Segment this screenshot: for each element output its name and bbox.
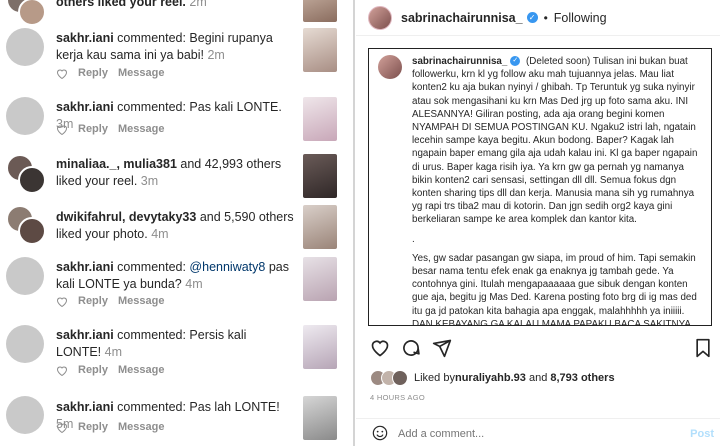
- avatar[interactable]: [6, 257, 44, 295]
- emoji-icon[interactable]: [372, 425, 388, 441]
- separator-dot: •: [543, 10, 548, 25]
- liker-avatars: [6, 154, 48, 196]
- notification-row[interactable]: sakhr.iani commented: Pas kali LONTE. 3m…: [0, 97, 350, 145]
- notification-user[interactable]: sakhr.iani: [56, 100, 114, 114]
- save-bookmark-icon[interactable]: [694, 338, 712, 358]
- comment-input[interactable]: [398, 428, 648, 440]
- mention-link[interactable]: @henniwaty8: [189, 260, 265, 274]
- message-button[interactable]: Message: [118, 295, 164, 307]
- caption-avatar[interactable]: [378, 55, 402, 79]
- message-button[interactable]: Message: [118, 123, 164, 135]
- heart-icon[interactable]: [56, 68, 68, 79]
- post-panel: sabrinachairunnisa_ ✓ • Following sabrin…: [356, 0, 720, 446]
- notifications-panel: others liked your reel. 2m sakhr.iani co…: [0, 0, 350, 446]
- caption-paragraph-2: .: [412, 233, 415, 245]
- notification-row[interactable]: minaliaa._, mulia381 and 42,993 others l…: [0, 154, 350, 198]
- notification-time: 4m: [104, 344, 123, 359]
- notification-row[interactable]: dwikifahrul, devytaky33 and 5,590 others…: [0, 205, 350, 249]
- heart-icon[interactable]: [56, 365, 68, 376]
- message-button[interactable]: Message: [118, 67, 164, 79]
- post-thumbnail[interactable]: [303, 257, 337, 301]
- notification-user[interactable]: sakhr.iani: [56, 400, 114, 414]
- message-button[interactable]: Message: [118, 421, 164, 433]
- post-header: sabrinachairunnisa_ ✓ • Following: [356, 0, 720, 36]
- post-thumbnail[interactable]: [303, 28, 337, 72]
- liker-avatars[interactable]: [370, 370, 410, 386]
- reply-button[interactable]: Reply: [78, 123, 108, 135]
- share-icon[interactable]: [432, 338, 452, 358]
- notification-row[interactable]: others liked your reel. 2m: [0, 0, 350, 26]
- reel-thumbnail[interactable]: [303, 0, 337, 22]
- caption-paragraph-3: Yes, gw sadar pasangan gw siapa, im prou…: [412, 252, 697, 326]
- profile-avatar[interactable]: [368, 5, 392, 30]
- heart-icon[interactable]: [56, 296, 68, 307]
- notification-users[interactable]: minaliaa._, mulia381: [56, 157, 177, 171]
- action-icons: [370, 338, 710, 360]
- notification-row[interactable]: sakhr.iani commented: @henniwaty8 pas ka…: [0, 257, 350, 311]
- reply-button[interactable]: Reply: [78, 67, 108, 79]
- notification-row[interactable]: sakhr.iani commented: Pas lah LONTE! 5m …: [0, 396, 350, 444]
- reel-thumbnail[interactable]: [303, 154, 337, 198]
- caption-text: sabrinachairunnisa_ ✓ (Deleted soon) Tuli…: [412, 55, 703, 326]
- avatar[interactable]: [6, 28, 44, 66]
- post-thumbnail[interactable]: [303, 396, 337, 440]
- notification-user[interactable]: sakhr.iani: [56, 328, 114, 342]
- notification-time: 3m: [140, 173, 159, 188]
- notification-users[interactable]: dwikifahrul, devytaky33: [56, 210, 196, 224]
- notification-text: commented: Pas lah LONTE!: [113, 400, 280, 414]
- notification-text: others liked your reel.: [56, 0, 186, 9]
- reply-button[interactable]: Reply: [78, 295, 108, 307]
- divider: [353, 0, 355, 446]
- notification-text: commented: Pas kali LONTE.: [113, 100, 282, 114]
- notification-row[interactable]: sakhr.iani commented: Persis kali LONTE!…: [0, 325, 350, 379]
- post-username[interactable]: sabrinachairunnisa_: [401, 11, 523, 25]
- notification-time: 2m: [207, 47, 225, 62]
- reply-button[interactable]: Reply: [78, 364, 108, 376]
- post-comment-button[interactable]: Post: [690, 428, 714, 440]
- post-thumbnail[interactable]: [303, 325, 337, 369]
- like-heart-icon[interactable]: [370, 338, 390, 358]
- caption-paragraph-1: (Deleted soon) Tulisan ini bukan buat fo…: [412, 56, 698, 226]
- notification-user[interactable]: sakhr.iani: [56, 260, 114, 274]
- notification-user[interactable]: sakhr.iani: [56, 31, 114, 45]
- message-button[interactable]: Message: [118, 364, 164, 376]
- likes-summary: Liked by nuraliyahb.93 and 8,793 others: [370, 370, 615, 386]
- post-time: 4 HOURS AGO: [370, 393, 425, 402]
- likes-count-link[interactable]: 8,793 others: [550, 372, 614, 384]
- post-thumbnail[interactable]: [303, 97, 337, 141]
- avatar[interactable]: [6, 396, 44, 434]
- liker-avatars: [6, 0, 48, 28]
- likes-user-link[interactable]: nuraliyahb.93: [455, 372, 526, 384]
- notification-time: 2m: [189, 0, 207, 9]
- heart-icon[interactable]: [56, 124, 68, 135]
- avatar[interactable]: [6, 97, 44, 135]
- verified-badge-icon: ✓: [526, 12, 538, 23]
- caption-box: sabrinachairunnisa_ ✓ (Deleted soon) Tuli…: [368, 48, 712, 326]
- comment-bar: Post: [356, 418, 720, 446]
- notification-time: 4m: [185, 276, 203, 291]
- caption-username[interactable]: sabrinachairunnisa_: [412, 56, 507, 67]
- comment-icon[interactable]: [401, 338, 421, 358]
- notification-time: 4m: [151, 226, 169, 241]
- photo-thumbnail[interactable]: [303, 205, 337, 249]
- following-button[interactable]: Following: [554, 11, 607, 25]
- avatar[interactable]: [6, 325, 44, 363]
- notification-row[interactable]: sakhr.iani commented: Begini rupanya ker…: [0, 28, 350, 88]
- verified-badge-icon: ✓: [510, 56, 521, 67]
- liker-avatars: [6, 205, 48, 247]
- reply-button[interactable]: Reply: [78, 421, 108, 433]
- heart-icon[interactable]: [56, 422, 68, 433]
